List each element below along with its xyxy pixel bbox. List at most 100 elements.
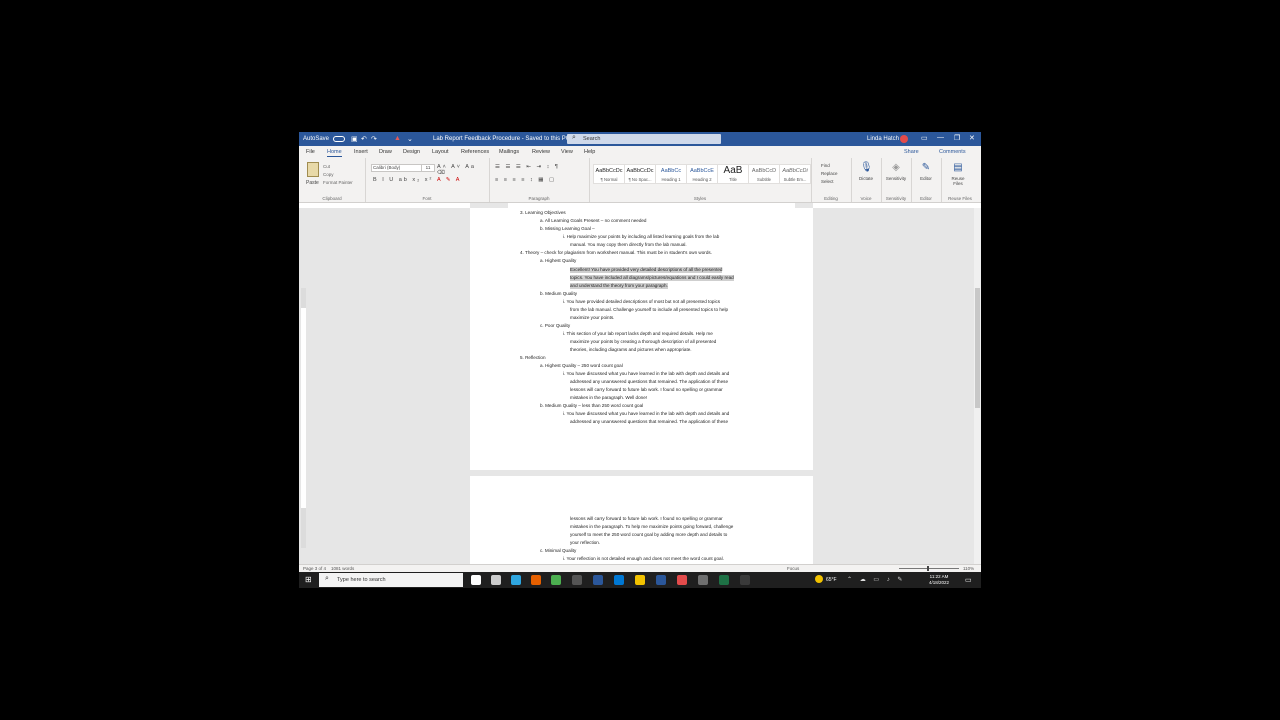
document-line[interactable]: maximize your points. xyxy=(570,315,614,321)
style-normal[interactable]: AaBbCcDc ¶ Normal xyxy=(593,164,625,184)
style-heading-2[interactable]: AaBbCcE Heading 2 xyxy=(686,164,718,184)
ribbon-display-icon[interactable]: ▭ xyxy=(921,134,928,142)
task-view-icon[interactable] xyxy=(491,575,501,585)
tab-file[interactable]: File xyxy=(306,149,315,155)
document-line[interactable]: i. Your reflection is not detailed enoug… xyxy=(563,556,724,562)
app-icon[interactable] xyxy=(698,575,708,585)
tab-view[interactable]: View xyxy=(561,149,573,155)
clock[interactable]: 11:22 AM 4/18/2022 xyxy=(929,574,949,586)
focus-mode-button[interactable]: Focus xyxy=(787,566,799,571)
document-line[interactable]: addressed any unanswered questions that … xyxy=(570,419,728,425)
outlook-icon[interactable] xyxy=(614,575,624,585)
document-line[interactable]: 3. Learning Objectives xyxy=(520,210,566,216)
document-line[interactable]: theories, including diagrams and picture… xyxy=(570,347,692,353)
media-icon[interactable] xyxy=(677,575,687,585)
document-line[interactable]: i. Help maximize your points by includin… xyxy=(563,234,719,240)
dictate-button[interactable]: 🎙 Dictate xyxy=(855,162,877,181)
tab-layout[interactable]: Layout xyxy=(432,149,449,155)
close-button[interactable]: ✕ xyxy=(969,134,975,142)
paste-button[interactable]: Paste xyxy=(306,180,319,186)
document-line[interactable]: a. All Learning Goals Present – no comme… xyxy=(540,218,647,224)
document-page-1[interactable]: 3. Learning Objectives a. All Learning Go… xyxy=(470,208,813,470)
pdf-icon[interactable]: ▲ xyxy=(394,135,401,142)
document-line[interactable]: c. Poor Quality xyxy=(540,323,570,329)
document-line[interactable]: i. You have discussed what you have lear… xyxy=(563,411,729,417)
document-line[interactable]: lessons will carry forward to future lab… xyxy=(570,516,723,522)
tab-references[interactable]: References xyxy=(461,149,489,155)
document-line[interactable]: addressed any unanswered questions that … xyxy=(570,379,728,385)
notification-icon[interactable]: ▭ xyxy=(965,576,972,584)
reuse-files-button[interactable]: ▤ Reuse Files xyxy=(947,162,969,186)
tab-mailings[interactable]: Mailings xyxy=(499,149,519,155)
excel-icon[interactable] xyxy=(719,575,729,585)
search-box[interactable]: ⌕ Search xyxy=(567,134,721,144)
document-line[interactable]: b. Missing Learning Goal – xyxy=(540,226,595,232)
taskbar-search[interactable]: ⌕ Type here to search xyxy=(319,573,463,587)
firefox-icon[interactable] xyxy=(531,575,541,585)
font-name-select[interactable]: Calibri (Body) xyxy=(371,164,422,172)
document-line[interactable]: yourself to meet the 250 word count goal… xyxy=(570,532,727,538)
comments-button[interactable]: Comments xyxy=(939,149,966,155)
document-line[interactable]: from the lab manual. Challenge yourself … xyxy=(570,307,728,313)
scrollbar-thumb[interactable] xyxy=(975,288,980,408)
word-taskbar-icon[interactable] xyxy=(593,575,603,585)
page-indicator[interactable]: Page 3 of 4 xyxy=(303,566,326,571)
restore-button[interactable]: ❐ xyxy=(954,134,960,142)
replace-button[interactable]: Replace xyxy=(821,170,838,178)
style-subtitle[interactable]: AaBbCcD Subtitle xyxy=(748,164,780,184)
document-line[interactable]: a. Highest Quality xyxy=(540,258,576,264)
document-line[interactable]: a. Highest Quality – 250 word count goal xyxy=(540,363,623,369)
chrome-icon[interactable] xyxy=(551,575,561,585)
redo-icon[interactable]: ↷ xyxy=(371,135,377,143)
editor-button[interactable]: ✎ Editor xyxy=(915,162,937,181)
paste-icon[interactable] xyxy=(307,162,319,177)
document-line[interactable]: mistakes in the paragraph. To help me ma… xyxy=(570,524,733,530)
font-size-tools[interactable]: A˄ A˅ Aa ⌫ xyxy=(437,164,489,176)
document-page-2[interactable]: lessons will carry forward to future lab… xyxy=(470,476,813,564)
document-line[interactable]: your reflection. xyxy=(570,540,600,546)
document-line[interactable]: i. You have discussed what you have lear… xyxy=(563,371,729,377)
list-tools[interactable]: ☰ ☰ ☰ ⇤ ⇥ ↕ ¶ xyxy=(495,164,560,170)
style-heading-1[interactable]: AaBbCc Heading 1 xyxy=(655,164,687,184)
document-line[interactable]: b. Medium Quality xyxy=(540,291,577,297)
font-format-tools[interactable]: B I U ab x₂ x² xyxy=(373,177,433,183)
save-icon[interactable]: ▣ xyxy=(351,135,358,143)
cut-button[interactable]: Cut xyxy=(323,163,353,171)
tab-review[interactable]: Review xyxy=(532,149,550,155)
document-line[interactable]: i. You have provided detailed descriptio… xyxy=(563,299,720,305)
font-size-select[interactable]: 11 xyxy=(421,164,435,172)
zoom-slider[interactable] xyxy=(899,566,959,571)
copy-button[interactable]: Copy xyxy=(323,171,353,179)
tab-draw[interactable]: Draw xyxy=(379,149,392,155)
document-title[interactable]: Lab Report Feedback Procedure - Saved to… xyxy=(433,136,570,142)
style-title[interactable]: AaB Title xyxy=(717,164,749,184)
share-button[interactable]: Share xyxy=(904,149,919,155)
word-active-icon[interactable] xyxy=(656,575,666,585)
alignment-tools[interactable]: ≡ ≡ ≡ ≡ ↕ ▦ ▢ xyxy=(495,177,556,183)
vertical-scrollbar[interactable] xyxy=(974,208,981,564)
calculator-icon[interactable] xyxy=(572,575,582,585)
sensitivity-button[interactable]: ◈ Sensitivity xyxy=(885,162,907,181)
cortana-icon[interactable] xyxy=(471,575,481,585)
document-line[interactable]: Excellent! You have provided very detail… xyxy=(570,267,723,273)
document-line[interactable]: b. Medium Quality – less than 250 word c… xyxy=(540,403,643,409)
style-no-spacing[interactable]: AaBbCcDc ¶ No Spac... xyxy=(624,164,656,184)
document-line[interactable]: topics. You have included all diagrams/p… xyxy=(570,275,734,281)
minimize-button[interactable]: — xyxy=(937,134,944,141)
document-line[interactable]: mistakes in the paragraph. Well done! xyxy=(570,395,647,401)
temperature[interactable]: 65°F xyxy=(826,577,837,583)
weather-icon[interactable] xyxy=(815,575,823,583)
tab-home[interactable]: Home xyxy=(327,149,342,157)
system-tray-icons[interactable]: ⌃ ☁ ▭ ♪ ✎ xyxy=(847,576,905,583)
document-line[interactable]: 5. Reflection xyxy=(520,355,546,361)
tab-insert[interactable]: Insert xyxy=(354,149,368,155)
terminal-icon[interactable] xyxy=(740,575,750,585)
customize-qat-icon[interactable]: ⌄ xyxy=(407,135,413,143)
document-line[interactable]: lessons will carry forward to future lab… xyxy=(570,387,723,393)
select-button[interactable]: Select xyxy=(821,178,838,186)
document-line[interactable]: 4. Theory – check for plagiarism from wo… xyxy=(520,250,712,256)
autosave-toggle[interactable] xyxy=(333,136,345,142)
tab-design[interactable]: Design xyxy=(403,149,420,155)
document-line[interactable]: manual. You may copy them directly from … xyxy=(570,242,687,248)
vertical-ruler[interactable] xyxy=(301,288,306,548)
